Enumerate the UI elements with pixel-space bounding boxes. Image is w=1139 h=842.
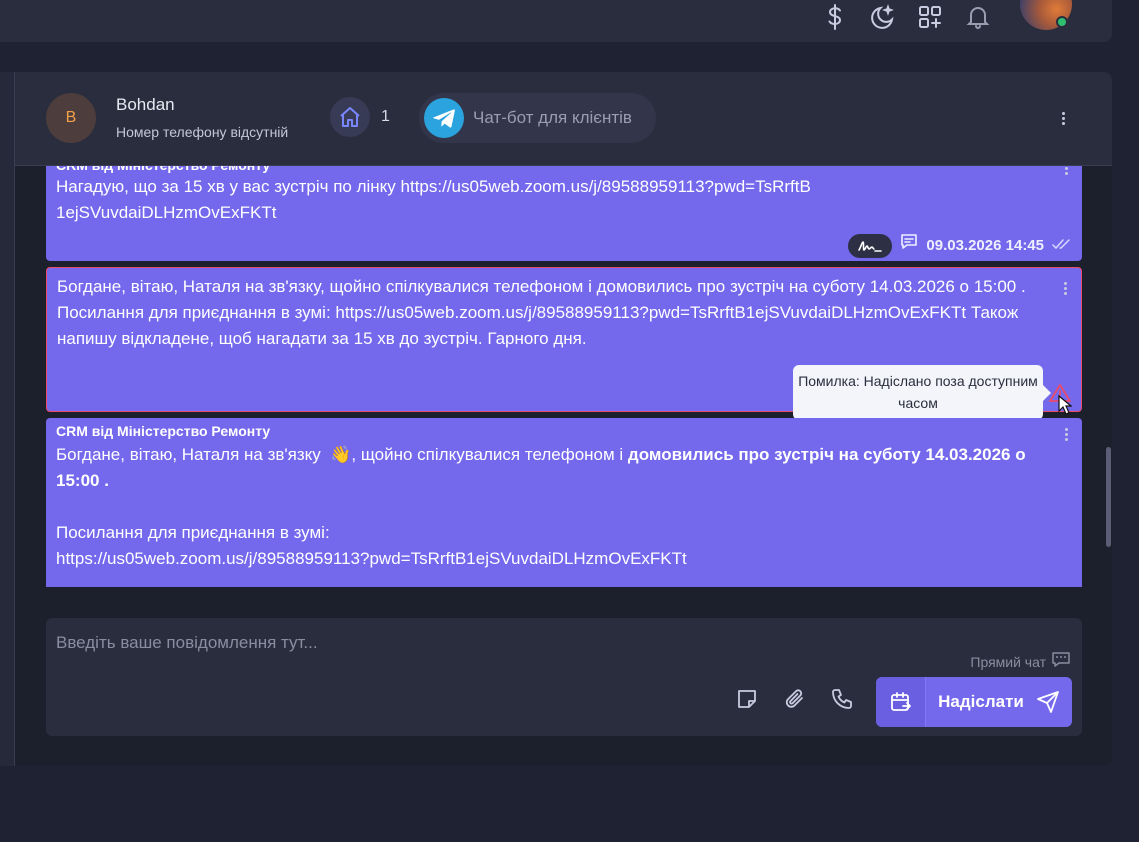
message-link[interactable]: https://us05web.zoom.us/j/89588959113?pw… [56,549,687,568]
bot-channel-pill[interactable]: Чат-бот для клієнтів [419,93,656,143]
bot-channel-label: Чат-бот для клієнтів [473,108,632,127]
error-tooltip: Помилка: Надіслано поза доступним часом [793,365,1051,420]
header-more-icon[interactable] [1053,108,1073,128]
online-status-dot [1056,16,1068,28]
message-text: Богдане, вітаю, Наталя на зв'язку 👋, щой… [56,442,1041,572]
send-label: Надіслати [938,692,1024,711]
contact-phone-status: Номер телефону відсутній [116,124,289,140]
message-list: CRM від Міністерство Ремонту Нагадую, що… [15,166,1112,606]
bell-icon[interactable] [965,4,991,30]
home-count: 1 [381,108,390,125]
message-more-icon[interactable] [1056,424,1076,444]
double-check-icon [1052,233,1072,259]
home-icon[interactable] [330,97,370,137]
message-text: Нагадую, що за 15 хв у вас зустріч по лі… [56,177,811,222]
chat-panel: B Bohdan Номер телефону відсутній 1 Чат-… [15,72,1112,766]
note-icon[interactable] [734,686,760,712]
send-button-group: Надіслати [876,677,1072,727]
message-link-label: Посилання для приєднання в зумі: [56,523,330,542]
message-bubble: CRM від Міністерство Ремонту Нагадую, що… [46,166,1082,261]
user-avatar[interactable] [1020,0,1072,30]
comment-icon[interactable] [900,232,918,259]
chat-header: B Bohdan Номер телефону відсутній 1 Чат-… [15,72,1112,166]
left-sidebar-edge [0,72,15,766]
signature-icon[interactable] [848,233,893,258]
wave-emoji: 👋 [330,445,352,464]
message-text-part: Богдане, вітаю, Наталя на зв'язку [56,445,321,464]
schedule-send-button[interactable] [876,677,926,727]
direct-chat-toggle[interactable]: Прямий чат [970,652,1070,671]
message-text-part: , щойно спілкувалися телефоном і [351,445,628,464]
message-sender: CRM від Міністерство Ремонту [56,166,270,174]
message-bubble: CRM від Міністерство Ремонту Богдане, ві… [46,418,1082,587]
mouse-cursor-icon [1058,394,1073,420]
message-more-icon[interactable] [1056,166,1076,178]
top-bar [0,0,1112,42]
message-timestamp: 09.03.2026 14:45 [926,236,1044,254]
phone-icon[interactable] [829,686,855,712]
moon-icon[interactable] [870,4,896,30]
apps-add-icon[interactable] [917,4,943,30]
message-more-icon[interactable] [1055,278,1075,298]
attachment-icon[interactable] [782,686,808,712]
message-text: Богдане, вітаю, Наталя на зв'язку, щойно… [57,277,1026,348]
contact-name[interactable]: Bohdan [116,95,175,115]
telegram-icon [424,98,464,138]
send-button[interactable]: Надіслати [926,677,1072,727]
scrollbar-thumb[interactable] [1106,447,1111,547]
message-input[interactable] [46,628,926,658]
contact-avatar[interactable]: B [46,93,96,143]
message-composer: Прямий чат Надіслати [46,618,1082,736]
send-icon [1036,691,1059,713]
chat-icon [1052,652,1070,671]
direct-chat-label: Прямий чат [970,653,1046,670]
dollar-icon[interactable] [822,4,848,30]
message-meta: 09.03.2026 14:45 [848,232,1072,259]
message-sender: CRM від Міністерство Ремонту [56,423,271,439]
